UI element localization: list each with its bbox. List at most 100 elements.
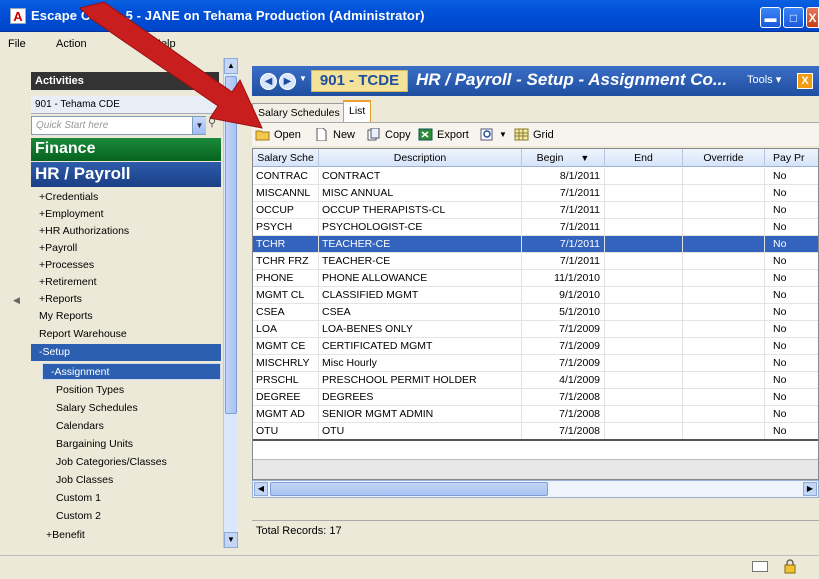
menu-file[interactable]: File <box>8 38 26 50</box>
new-button[interactable]: New <box>314 128 355 141</box>
menu-help[interactable]: Help <box>153 38 176 50</box>
scrollbar-thumb[interactable] <box>225 76 237 414</box>
sidebar-item-bargaining-units[interactable]: Bargaining Units <box>48 436 221 453</box>
table-row[interactable]: PSYCH PSYCHOLOGIST-CE 7/1/2011 No <box>253 219 818 236</box>
cell-salary-schedule: TCHR FRZ <box>253 253 319 270</box>
forward-icon[interactable]: ▶ <box>279 73 296 90</box>
sidebar-item-processes[interactable]: +Processes <box>31 257 221 274</box>
sidebar-item-hr-authorizations[interactable]: +HR Authorizations <box>31 223 221 240</box>
cell-description: CLASSIFIED MGMT <box>319 287 522 304</box>
hr-payroll-section[interactable]: HR / Payroll <box>31 162 221 187</box>
column-header-begin[interactable]: Begin ▼ <box>522 149 605 167</box>
cell-salary-schedule: LOA <box>253 321 319 338</box>
table-totals-row <box>253 459 818 479</box>
scroll-left-icon[interactable]: ◀ <box>254 482 268 496</box>
table-row[interactable]: MISCHRLY Misc Hourly 7/1/2009 No <box>253 355 818 372</box>
sidebar-item-salary-schedules[interactable]: Salary Schedules <box>48 400 221 417</box>
sidebar-item-assignment[interactable]: -Assignment <box>42 363 221 380</box>
cell-begin: 7/1/2008 <box>522 423 605 440</box>
sidebar-item-job-classes[interactable]: Job Classes <box>48 472 221 489</box>
finance-section[interactable]: Finance <box>31 138 221 161</box>
cell-description: CSEA <box>319 304 522 321</box>
scroll-right-icon[interactable]: ▶ <box>803 482 817 496</box>
page-title: HR / Payroll - Setup - Assignment Co... <box>416 70 728 89</box>
table-row[interactable]: TCHR TEACHER-CE 7/1/2011 No <box>253 236 818 253</box>
table-row[interactable]: MGMT AD SENIOR MGMT ADMIN 7/1/2008 No <box>253 406 818 423</box>
chevron-down-icon[interactable]: ▼ <box>192 117 206 134</box>
menu-action[interactable]: Action <box>56 38 87 50</box>
sidebar-item-credentials[interactable]: +Credentials <box>31 189 221 206</box>
chevron-down-icon[interactable]: ▼ <box>299 74 307 83</box>
sidebar-item-position-types[interactable]: Position Types <box>48 382 221 399</box>
column-header-override[interactable]: Override <box>683 149 765 167</box>
table-row[interactable]: LOA LOA-BENES ONLY 7/1/2009 No <box>253 321 818 338</box>
sidebar-item-calendars[interactable]: Calendars <box>48 418 221 435</box>
table-row[interactable]: PRSCHL PRESCHOOL PERMIT HOLDER 4/1/2009 No <box>253 372 818 389</box>
mail-icon[interactable] <box>752 561 768 572</box>
cell-salary-schedule: DEGREE <box>253 389 319 406</box>
sidebar-item-reports[interactable]: +Reports <box>31 291 221 308</box>
tab-salary-schedules[interactable]: Salary Schedules <box>252 103 346 122</box>
sidebar-item-report-warehouse[interactable]: Report Warehouse <box>31 326 221 343</box>
sidebar-item-custom-1[interactable]: Custom 1 <box>48 490 221 507</box>
empty-new-row[interactable] <box>253 439 818 457</box>
scrollbar-thumb[interactable] <box>270 482 548 496</box>
sidebar-scrollbar[interactable]: ▲ ▼ <box>223 58 238 548</box>
sidebar-item-retirement[interactable]: +Retirement <box>31 274 221 291</box>
tools-menu[interactable]: Tools ▾ <box>747 73 781 86</box>
cell-override <box>683 219 765 236</box>
minimize-button[interactable]: ▬ <box>760 7 781 28</box>
column-header-description[interactable]: Description <box>319 149 522 167</box>
open-button[interactable]: Open <box>255 128 301 141</box>
sidebar-item-benefit[interactable]: +Benefit <box>38 527 221 544</box>
district-badge[interactable]: 901 - TCDE <box>311 70 408 92</box>
tab-list[interactable]: List <box>343 100 372 122</box>
toolbar: Open New Copy Export ▼ Grid <box>252 122 819 146</box>
sidebar-item-setup[interactable]: -Setup <box>31 344 221 361</box>
copy-button[interactable]: Copy <box>366 128 411 141</box>
sidebar-item-custom-2[interactable]: Custom 2 <box>48 508 221 525</box>
sidebar-item-job-categories[interactable]: Job Categories/Classes <box>48 454 221 471</box>
scroll-up-icon[interactable]: ▲ <box>224 58 238 74</box>
sidebar-item-my-reports[interactable]: My Reports <box>31 308 221 325</box>
table-row[interactable]: PHONE PHONE ALLOWANCE 11/1/2010 No <box>253 270 818 287</box>
cell-pay-period: No <box>765 168 818 185</box>
cell-pay-period: No <box>765 372 818 389</box>
sidebar-item-payroll[interactable]: +Payroll <box>31 240 221 257</box>
grid-button[interactable]: Grid <box>514 128 554 141</box>
table-row[interactable]: MGMT CE CERTIFICATED MGMT 7/1/2009 No <box>253 338 818 355</box>
table-row[interactable]: DEGREE DEGREES 7/1/2008 No <box>253 389 818 406</box>
cell-begin: 5/1/2010 <box>522 304 605 321</box>
quickstart-input[interactable]: Quick Start here <box>31 116 206 135</box>
title-bar[interactable]: A Escape Online 5 - JANE on Tehama Produ… <box>0 0 819 32</box>
column-header-salary-schedule[interactable]: Salary Sche <box>253 149 319 167</box>
table-row[interactable]: OCCUP OCCUP THERAPISTS-CL 7/1/2011 No <box>253 202 818 219</box>
column-header-end[interactable]: End <box>605 149 683 167</box>
table-row[interactable]: TCHR FRZ TEACHER-CE 7/1/2011 No <box>253 253 818 270</box>
table-row[interactable]: CSEA CSEA 5/1/2010 No <box>253 304 818 321</box>
cell-salary-schedule: MGMT AD <box>253 406 319 423</box>
table-row[interactable]: MISCANNL MISC ANNUAL 7/1/2011 No <box>253 185 818 202</box>
back-icon[interactable]: ◀ <box>260 73 277 90</box>
cell-salary-schedule: MISCHRLY <box>253 355 319 372</box>
cell-salary-schedule: MISCANNL <box>253 185 319 202</box>
search-icon[interactable]: ⚲ <box>208 116 222 135</box>
horizontal-scrollbar[interactable]: ◀ ▶ <box>252 480 819 498</box>
maximize-button[interactable]: □ <box>783 7 804 28</box>
scroll-down-icon[interactable]: ▼ <box>224 532 238 548</box>
sidebar-item-employment[interactable]: +Employment <box>31 206 221 223</box>
cell-end <box>605 219 683 236</box>
table-row[interactable]: OTU OTU 7/1/2008 No <box>253 423 818 440</box>
close-icon[interactable]: X <box>797 73 813 89</box>
selected-organization[interactable]: 901 - Tehama CDE <box>31 96 221 114</box>
table-row[interactable]: CONTRAC CONTRACT 8/1/2011 No <box>253 168 818 185</box>
export-button[interactable]: Export <box>418 128 469 141</box>
cell-salary-schedule: PSYCH <box>253 219 319 236</box>
chevron-down-icon: ▼ <box>499 130 507 139</box>
close-button[interactable]: X <box>806 7 819 28</box>
column-header-pay-period[interactable]: Pay Pr <box>765 149 818 167</box>
cell-pay-period: No <box>765 236 818 253</box>
preview-dropdown-button[interactable]: ▼ <box>480 128 507 141</box>
table-row[interactable]: MGMT CL CLASSIFIED MGMT 9/1/2010 No <box>253 287 818 304</box>
status-bar <box>0 555 819 579</box>
